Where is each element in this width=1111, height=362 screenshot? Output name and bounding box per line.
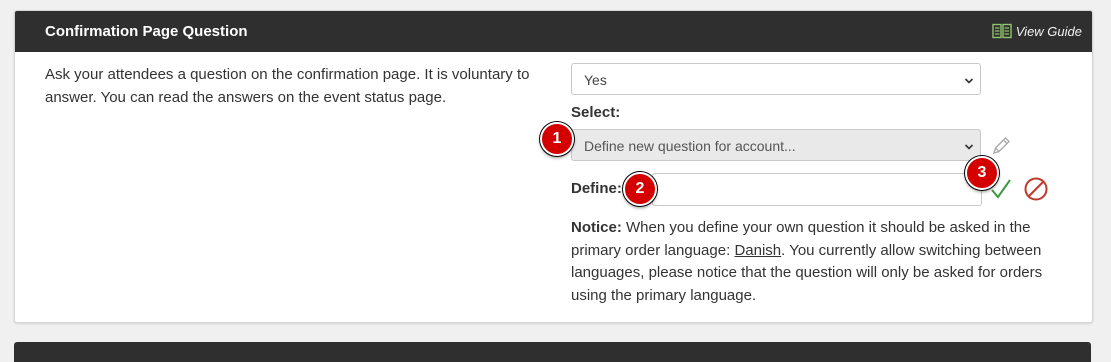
panel-title: Confirmation Page Question [45,23,248,40]
question-select[interactable]: Define new question for account... [571,129,981,161]
question-select-value: Define new question for account... [584,138,796,154]
primary-language-name: Danish [734,241,782,259]
chevron-down-icon [964,73,974,89]
notice-label: Notice: [571,219,622,236]
cancel-icon[interactable] [1023,176,1049,207]
pencil-icon[interactable] [989,134,1013,163]
define-question-input[interactable] [652,173,982,206]
view-guide-link[interactable]: View Guide [992,23,1082,39]
define-label: Define: [571,180,622,197]
enable-question-select[interactable]: Yes [571,63,981,95]
select-label: Select: [571,104,621,121]
confirmation-question-panel: Confirmation Page Question View Guide As… [14,10,1093,323]
annotation-marker-2: 2 [623,172,657,206]
book-icon [992,23,1012,39]
panel-header: Confirmation Page Question View Guide [15,11,1092,52]
notice-text: Notice: When you define your own questio… [571,217,1061,307]
view-guide-label: View Guide [1015,23,1082,39]
next-panel-header [14,342,1091,362]
enable-question-value: Yes [584,72,607,88]
panel-description: Ask your attendees a question on the con… [45,66,530,106]
chevron-down-icon [964,139,974,155]
annotation-marker-3: 3 [965,156,999,190]
annotation-marker-1: 1 [540,122,574,156]
